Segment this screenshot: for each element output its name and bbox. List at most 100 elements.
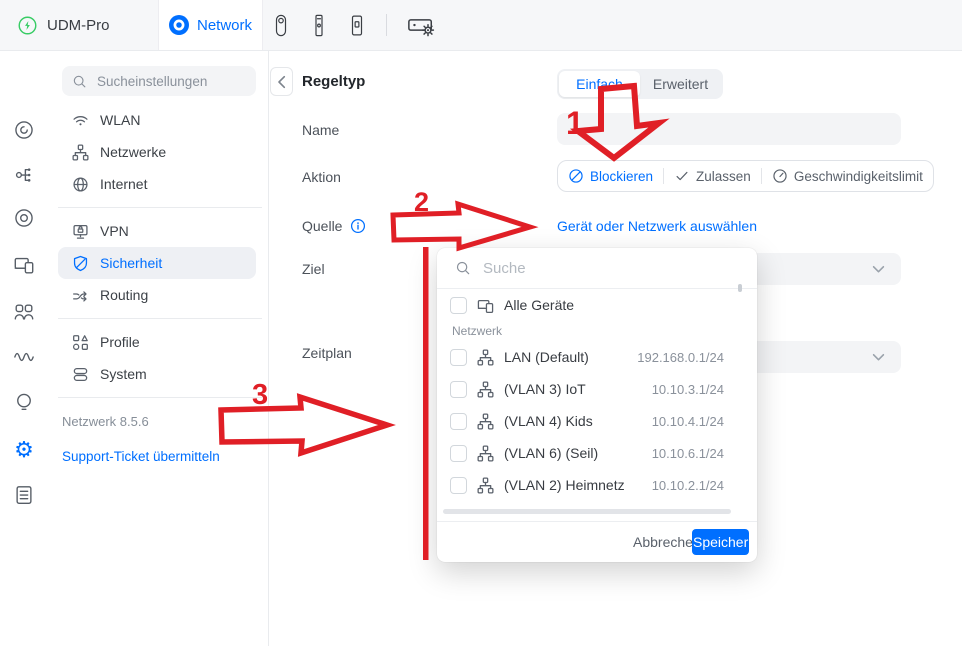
name-field[interactable]: [557, 113, 901, 145]
top-bar: UDM-Pro Network: [0, 0, 962, 51]
picker-footer: Abbrechen Speichern: [437, 521, 757, 562]
network-checkbox[interactable]: [450, 349, 467, 366]
network-checkbox[interactable]: [450, 381, 467, 398]
network-checkbox[interactable]: [450, 445, 467, 462]
horizontal-scrollbar[interactable]: [443, 509, 731, 514]
shield-icon: [72, 255, 89, 272]
wifi-icon: [72, 112, 89, 129]
network-subnet: 10.10.6.1/24: [652, 446, 724, 461]
select-device-or-network-link[interactable]: Gerät oder Netzwerk auswählen: [557, 218, 757, 234]
sidebar-item-system[interactable]: System: [58, 358, 256, 390]
sidebar-item-internet[interactable]: Internet: [58, 168, 256, 200]
sidebar-item-wlan[interactable]: WLAN: [58, 104, 256, 136]
annotation-vertical-line: [423, 247, 429, 560]
stack-icon: [72, 366, 89, 383]
toggle-advanced[interactable]: Erweitert: [640, 71, 721, 97]
insights-icon[interactable]: [0, 389, 48, 415]
shapes-icon: [72, 334, 89, 351]
system-log-icon[interactable]: [0, 482, 48, 508]
network-name: (VLAN 6) (Seil): [504, 445, 642, 461]
sidebar-item-sicherheit[interactable]: Sicherheit: [58, 247, 256, 279]
settings-search[interactable]: [62, 66, 256, 96]
sidebar-item-routing[interactable]: Routing: [58, 279, 256, 311]
nav-rail: ⚙: [0, 50, 49, 646]
menu-divider: [58, 318, 262, 319]
settings-search-input[interactable]: [95, 73, 246, 90]
sidebar-item-profile[interactable]: Profile: [58, 326, 256, 358]
network-row-vlan-3-iot[interactable]: (VLAN 3) IoT 10.10.3.1/24: [437, 373, 757, 405]
chevron-down-icon: [872, 265, 885, 274]
action-zulassen-button[interactable]: Zulassen: [664, 161, 761, 191]
globe-icon: [72, 176, 89, 193]
version-label: Netzwerk 8.5.6: [62, 414, 149, 429]
all-devices-row[interactable]: Alle Geräte: [437, 291, 757, 319]
sidebar-item-label: Profile: [100, 334, 140, 350]
settings-gear-icon[interactable]: ⚙: [0, 437, 48, 463]
network-tree-icon: [477, 477, 494, 494]
cancel-button[interactable]: Abbrechen: [633, 534, 692, 550]
unifi-devices-icon[interactable]: [0, 205, 48, 231]
all-devices-checkbox[interactable]: [450, 297, 467, 314]
sidebar-item-vpn[interactable]: VPN: [58, 215, 256, 247]
network-row-vlan-6-seil[interactable]: (VLAN 6) (Seil) 10.10.6.1/24: [437, 437, 757, 469]
action-geschwindigkeitslimit-button[interactable]: Geschwindigkeitslimit: [762, 161, 933, 191]
admins-icon[interactable]: [0, 299, 48, 325]
action-button-group: Blockieren Zulassen Geschwindigkeitslimit: [557, 160, 934, 192]
action-button-label: Blockieren: [590, 169, 653, 184]
network-app-icon: [169, 15, 189, 35]
back-button[interactable]: [270, 67, 293, 96]
console-info[interactable]: UDM-Pro: [18, 0, 110, 50]
support-ticket-link[interactable]: Support-Ticket übermitteln: [62, 449, 220, 464]
action-blockieren-button[interactable]: Blockieren: [558, 161, 663, 191]
picker-search-input[interactable]: [481, 259, 739, 278]
network-checkbox[interactable]: [450, 413, 467, 430]
network-checkbox[interactable]: [450, 477, 467, 494]
sidebar-item-label: Routing: [100, 287, 148, 303]
dashboard-icon[interactable]: [0, 117, 48, 143]
chevron-down-icon: [872, 353, 885, 362]
annotation-arrow-right-2: [393, 204, 530, 248]
radios-icon[interactable]: [0, 344, 48, 370]
network-subnet: 10.10.2.1/24: [652, 478, 724, 493]
console-name: UDM-Pro: [47, 17, 110, 34]
topology-icon[interactable]: [0, 162, 48, 188]
menu-divider: [58, 207, 262, 208]
save-button[interactable]: Speichern: [692, 529, 749, 555]
source-picker-dropdown: Alle Geräte Netzwerk LAN (Default)192.16…: [437, 248, 757, 562]
rack-device-icon[interactable]: [310, 11, 328, 40]
source-label: Quelle: [302, 218, 342, 234]
picker-search[interactable]: [437, 248, 757, 289]
vpn-lock-icon: [72, 223, 89, 240]
toggle-simple[interactable]: Einfach: [559, 71, 640, 97]
network-tree-icon: [477, 349, 494, 366]
console-settings-icon[interactable]: [407, 11, 435, 40]
menu-divider: [58, 397, 262, 398]
network-tree-icon: [477, 445, 494, 462]
network-row-lan-default[interactable]: LAN (Default)192.168.0.1/24: [437, 341, 757, 373]
sidebar-item-label: Sicherheit: [100, 255, 162, 271]
phone-device-icon[interactable]: [348, 11, 366, 40]
action-button-label: Zulassen: [696, 169, 751, 184]
annotation-step-2: 2: [414, 187, 429, 217]
name-input[interactable]: [569, 113, 893, 147]
network-subnet: 192.168.0.1/24: [637, 350, 724, 365]
sidebar-item-netzwerke[interactable]: Netzwerke: [58, 136, 256, 168]
info-icon[interactable]: [350, 218, 366, 234]
page-title: Regeltyp: [302, 73, 365, 90]
network-subnet: 10.10.3.1/24: [652, 382, 724, 397]
schedule-label: Zeitplan: [302, 345, 352, 361]
clients-icon[interactable]: [0, 252, 48, 278]
network-row-vlan-2-heimnetz[interactable]: (VLAN 2) Heimnetz10.10.2.1/24: [437, 469, 757, 501]
tab-network[interactable]: Network: [158, 0, 263, 50]
settings-sidebar: WLANNetzwerke Internet VPN Sicherheit Routin…: [48, 50, 269, 646]
routing-icon: [72, 287, 89, 304]
network-subnet: 10.10.4.1/24: [652, 414, 724, 429]
target-label: Ziel: [302, 261, 325, 277]
app-switcher-icons: [272, 0, 435, 50]
devices-icon: [477, 297, 494, 314]
camera-device-icon[interactable]: [272, 11, 290, 40]
vertical-scrollbar[interactable]: [738, 284, 742, 292]
network-name: (VLAN 3) IoT: [504, 381, 642, 397]
sidebar-item-label: Internet: [100, 176, 147, 192]
network-row-vlan-4-kids[interactable]: (VLAN 4) Kids10.10.4.1/24: [437, 405, 757, 437]
